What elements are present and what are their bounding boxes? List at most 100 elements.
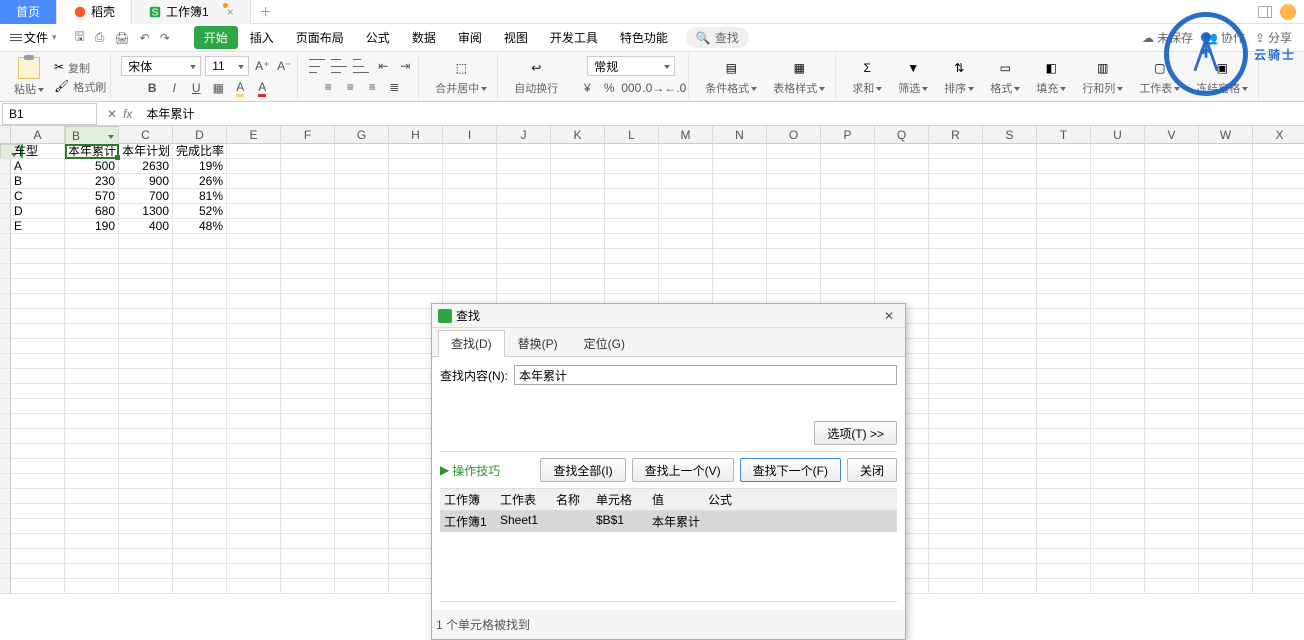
cell[interactable] — [119, 309, 173, 324]
cell[interactable] — [65, 534, 119, 549]
cell[interactable] — [713, 234, 767, 249]
cell[interactable] — [1145, 264, 1199, 279]
cell[interactable]: 1300 — [119, 204, 173, 219]
undo-icon[interactable]: ↶ — [140, 31, 150, 45]
cell[interactable] — [713, 279, 767, 294]
cell[interactable] — [1091, 519, 1145, 534]
column-header[interactable]: V — [1145, 126, 1199, 144]
cell[interactable]: 车型 — [11, 144, 65, 159]
cell[interactable] — [1145, 414, 1199, 429]
cell[interactable] — [335, 234, 389, 249]
cell[interactable] — [1253, 459, 1304, 474]
cell[interactable] — [1199, 249, 1253, 264]
cell[interactable] — [281, 159, 335, 174]
cell[interactable] — [983, 309, 1037, 324]
cell[interactable] — [1199, 279, 1253, 294]
cell[interactable] — [1091, 564, 1145, 579]
column-header[interactable]: H — [389, 126, 443, 144]
cell[interactable]: 570 — [65, 189, 119, 204]
cell[interactable] — [65, 444, 119, 459]
cell[interactable] — [281, 264, 335, 279]
cell[interactable] — [173, 414, 227, 429]
cell[interactable] — [1091, 264, 1145, 279]
cell[interactable] — [605, 249, 659, 264]
cell[interactable] — [443, 234, 497, 249]
file-menu-button[interactable]: 文件 ▾ — [4, 27, 63, 48]
cell[interactable] — [119, 354, 173, 369]
cell[interactable] — [1145, 519, 1199, 534]
cell[interactable] — [281, 324, 335, 339]
cell[interactable] — [1091, 219, 1145, 234]
cell[interactable] — [65, 519, 119, 534]
cell[interactable]: 680 — [65, 204, 119, 219]
cell[interactable] — [929, 174, 983, 189]
tab-special[interactable]: 特色功能 — [610, 26, 678, 49]
cell[interactable] — [821, 264, 875, 279]
align-center-button[interactable]: ≡ — [341, 78, 359, 96]
cell[interactable] — [1145, 399, 1199, 414]
tab-data[interactable]: 数据 — [402, 26, 446, 49]
window-layout-icon[interactable] — [1258, 6, 1272, 18]
dialog-tab-goto[interactable]: 定位(G) — [571, 330, 638, 356]
cell[interactable] — [335, 189, 389, 204]
search-box[interactable]: 🔍 查找 — [686, 27, 749, 48]
cell[interactable] — [1199, 189, 1253, 204]
cell[interactable] — [11, 534, 65, 549]
cell[interactable] — [11, 564, 65, 579]
cell[interactable] — [551, 189, 605, 204]
cell[interactable] — [227, 384, 281, 399]
cell[interactable] — [65, 369, 119, 384]
cell[interactable] — [875, 219, 929, 234]
cell[interactable] — [1037, 294, 1091, 309]
column-header[interactable]: C — [119, 126, 173, 144]
cell[interactable] — [65, 399, 119, 414]
row-header[interactable] — [0, 549, 11, 564]
cell[interactable] — [605, 144, 659, 159]
cell[interactable] — [1037, 459, 1091, 474]
cell[interactable] — [497, 264, 551, 279]
cell[interactable] — [1037, 324, 1091, 339]
cell[interactable] — [1145, 384, 1199, 399]
font-grow-button[interactable]: A⁺ — [253, 57, 271, 75]
cell[interactable] — [1037, 234, 1091, 249]
cell[interactable] — [1091, 369, 1145, 384]
tab-add-button[interactable]: ＋ — [251, 3, 281, 20]
percent-button[interactable]: % — [600, 79, 618, 97]
cell[interactable] — [227, 579, 281, 594]
cell[interactable] — [281, 219, 335, 234]
cell[interactable] — [1037, 159, 1091, 174]
cell[interactable] — [281, 249, 335, 264]
cell[interactable] — [173, 399, 227, 414]
cell[interactable] — [1145, 279, 1199, 294]
cell[interactable] — [335, 354, 389, 369]
bold-button[interactable]: B — [143, 79, 161, 97]
cell[interactable] — [1145, 159, 1199, 174]
cell[interactable] — [821, 279, 875, 294]
cell[interactable] — [821, 189, 875, 204]
cell[interactable] — [497, 204, 551, 219]
column-header[interactable]: F — [281, 126, 335, 144]
cell[interactable] — [821, 249, 875, 264]
cell[interactable] — [983, 564, 1037, 579]
column-header[interactable]: E — [227, 126, 281, 144]
tab-devtools[interactable]: 开发工具 — [540, 26, 608, 49]
cell[interactable] — [1037, 414, 1091, 429]
cell[interactable] — [65, 474, 119, 489]
cell[interactable] — [227, 459, 281, 474]
cell[interactable] — [227, 414, 281, 429]
cell[interactable] — [551, 174, 605, 189]
cell[interactable] — [713, 264, 767, 279]
cell[interactable]: 81% — [173, 189, 227, 204]
cell[interactable] — [173, 279, 227, 294]
align-left-button[interactable]: ≡ — [319, 78, 337, 96]
column-header[interactable]: A — [11, 126, 65, 144]
cell[interactable] — [605, 219, 659, 234]
cell[interactable] — [821, 159, 875, 174]
cell[interactable] — [1037, 519, 1091, 534]
cell[interactable] — [1199, 369, 1253, 384]
cell[interactable] — [227, 294, 281, 309]
cell[interactable] — [11, 384, 65, 399]
cell[interactable] — [929, 369, 983, 384]
cell[interactable] — [281, 384, 335, 399]
cell[interactable]: 52% — [173, 204, 227, 219]
